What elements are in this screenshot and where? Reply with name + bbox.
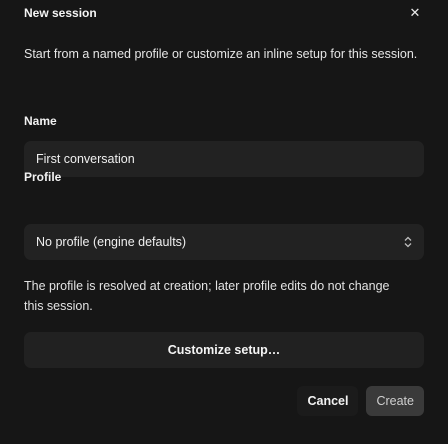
customize-setup-button[interactable]: Customize setup… (24, 332, 424, 368)
chevron-up-down-icon (404, 236, 412, 248)
name-input[interactable]: First conversation (24, 141, 424, 177)
dialog-actions: Cancel Create (297, 386, 424, 416)
dialog-header: New session ✕ (24, 0, 424, 26)
profile-select-value: No profile (engine defaults) (36, 235, 187, 249)
name-input-value: First conversation (36, 152, 135, 166)
close-icon[interactable]: ✕ (406, 4, 424, 22)
cancel-button[interactable]: Cancel (297, 386, 359, 416)
profile-note: The profile is resolved at creation; lat… (24, 279, 390, 313)
dialog-title: New session (24, 6, 97, 20)
dialog-description: Start from a named profile or customize … (24, 47, 418, 61)
create-button[interactable]: Create (366, 386, 424, 416)
name-label: Name (24, 114, 57, 128)
profile-label: Profile (24, 170, 62, 184)
new-session-dialog: New session ✕ Start from a named profile… (0, 0, 448, 444)
profile-select[interactable]: No profile (engine defaults) (24, 224, 424, 260)
